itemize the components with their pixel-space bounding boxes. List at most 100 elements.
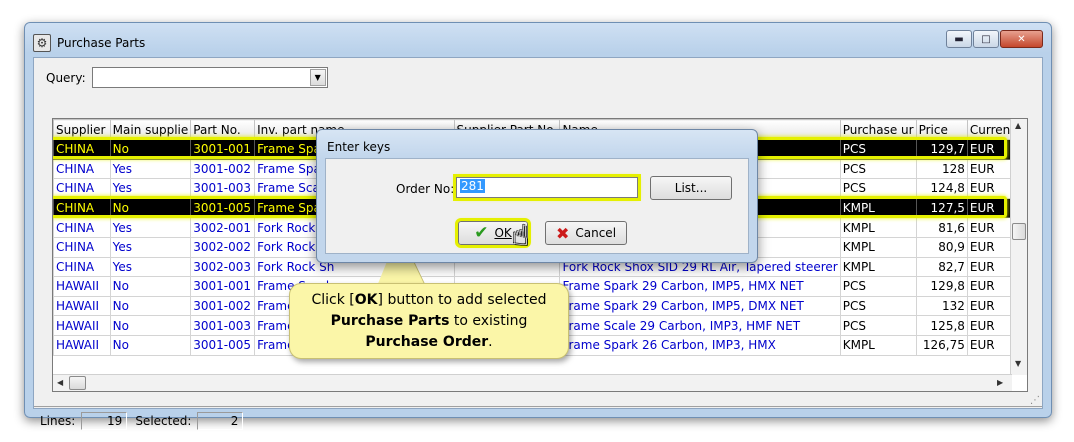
cell-part-no: 3001-003 bbox=[190, 178, 256, 199]
cell-main-supplier: Yes bbox=[109, 217, 192, 238]
cell-main-supplier: Yes bbox=[109, 256, 192, 278]
cell-purchase-unit: KMPL bbox=[839, 236, 917, 258]
cell-part-no: 3002-002 bbox=[190, 236, 256, 258]
vertical-scrollbar[interactable]: ▲ ▼ bbox=[1010, 119, 1027, 375]
cell-supplier: CHINA bbox=[53, 197, 111, 219]
callout-purchase-order-emphasis: Purchase Order bbox=[365, 334, 489, 350]
status-bar: Lines: 19 Selected: 2 bbox=[40, 412, 251, 430]
column-header-purchase-unit[interactable]: Purchase ur bbox=[839, 119, 917, 140]
column-header-main-supplier[interactable]: Main supplie bbox=[109, 119, 192, 140]
cell-purchase-unit: PCS bbox=[839, 178, 917, 199]
callout-text: to existing bbox=[449, 313, 528, 329]
hand-cursor-icon: ☝ bbox=[512, 219, 530, 252]
cell-main-supplier: Yes bbox=[109, 178, 192, 199]
close-icon[interactable]: ✕ bbox=[1000, 30, 1043, 48]
order-no-value: 281 bbox=[460, 179, 485, 193]
cell-main-supplier: No bbox=[109, 334, 192, 356]
cell-supplier: HAWAII bbox=[53, 334, 111, 356]
callout-ok-emphasis: OK bbox=[354, 292, 378, 308]
cell-purchase-unit: PCS bbox=[839, 158, 917, 180]
order-no-label: Order No: bbox=[396, 182, 455, 196]
cell-main-supplier: No bbox=[109, 197, 192, 219]
status-separator bbox=[34, 406, 1042, 407]
column-header-supplier[interactable]: Supplier bbox=[53, 119, 111, 140]
cell-price: 80,9 bbox=[915, 236, 968, 258]
column-header-price[interactable]: Price bbox=[915, 119, 968, 140]
window-title: Purchase Parts bbox=[57, 36, 146, 50]
horizontal-scroll-thumb[interactable] bbox=[69, 376, 86, 390]
callout-line-3: Purchase Order. bbox=[290, 332, 568, 353]
ok-button-label: OK bbox=[494, 226, 512, 240]
cell-supplier: HAWAII bbox=[53, 276, 111, 297]
dialog-client: Order No: 281 List... ✔ OK ✖ Cancel bbox=[325, 158, 749, 254]
order-no-input[interactable]: 281 bbox=[453, 174, 641, 201]
horizontal-scrollbar[interactable]: ◀ ▶ bbox=[53, 374, 1012, 391]
cell-main-supplier: No bbox=[109, 276, 192, 297]
cell-part-no: 3001-005 bbox=[190, 197, 256, 219]
query-combobox[interactable]: ▼ bbox=[91, 67, 328, 88]
cell-price: 132 bbox=[915, 295, 968, 317]
dialog-title: Enter keys bbox=[327, 140, 391, 154]
cell-name: Frame Spark 29 Carbon, IMP5, HMX NET bbox=[559, 276, 841, 297]
cancel-x-icon: ✖ bbox=[555, 223, 570, 243]
cell-name: Frame Scale 29 Carbon, IMP3, HMF NET bbox=[559, 315, 841, 336]
cell-part-no: 3001-001 bbox=[190, 139, 256, 160]
cell-purchase-unit: KMPL bbox=[839, 197, 917, 219]
scroll-left-icon[interactable]: ◀ bbox=[57, 378, 63, 387]
lines-count: 19 bbox=[81, 412, 128, 430]
callout-text: . bbox=[488, 334, 493, 350]
callout-text: Click [ bbox=[311, 292, 355, 308]
scroll-down-icon[interactable]: ▼ bbox=[1015, 359, 1021, 368]
cell-part-no: 3002-003 bbox=[190, 256, 256, 278]
cell-main-supplier: No bbox=[109, 139, 192, 160]
enter-keys-dialog: Enter keys Order No: 281 List... ✔ OK ✖ … bbox=[316, 129, 758, 263]
cell-price: 82,7 bbox=[915, 256, 968, 278]
cell-price: 124,8 bbox=[915, 178, 968, 199]
query-label: Query: bbox=[46, 70, 86, 85]
selected-count: 2 bbox=[197, 412, 244, 430]
column-header-part-no[interactable]: Part No. bbox=[190, 119, 256, 140]
vertical-scroll-thumb[interactable] bbox=[1012, 223, 1026, 240]
scroll-up-icon[interactable]: ▲ bbox=[1015, 121, 1021, 130]
list-button-label: List... bbox=[674, 181, 708, 195]
cell-main-supplier: No bbox=[109, 295, 192, 317]
cell-main-supplier: No bbox=[109, 315, 192, 336]
lines-label: Lines: bbox=[40, 414, 76, 428]
cell-part-no: 3002-001 bbox=[190, 217, 256, 238]
check-icon: ✔ bbox=[474, 223, 489, 243]
callout-line-1: Click [OK] button to add selected bbox=[290, 290, 568, 311]
scroll-right-icon[interactable]: ▶ bbox=[997, 378, 1003, 387]
cell-part-no: 3001-003 bbox=[190, 315, 256, 336]
cell-price: 128 bbox=[915, 158, 968, 180]
cancel-button[interactable]: ✖ Cancel bbox=[545, 221, 627, 245]
cell-supplier: HAWAII bbox=[53, 295, 111, 317]
callout-line-2: Purchase Parts to existing bbox=[290, 311, 568, 332]
cell-price: 127,5 bbox=[915, 197, 968, 219]
tooltip-callout: Click [OK] button to add selected Purcha… bbox=[289, 283, 569, 359]
cell-supplier: CHINA bbox=[53, 236, 111, 258]
cell-name: Frame Spark 29 Carbon, IMP5, DMX NET bbox=[559, 295, 841, 317]
resize-grip-icon[interactable]: ⋰ bbox=[1030, 395, 1040, 406]
cell-supplier: CHINA bbox=[53, 217, 111, 238]
list-button[interactable]: List... bbox=[650, 176, 732, 200]
cell-price: 129,7 bbox=[915, 139, 968, 160]
cell-part-no: 3001-001 bbox=[190, 276, 256, 297]
cell-part-no: 3001-002 bbox=[190, 158, 256, 180]
minimize-icon[interactable]: ▬ bbox=[946, 30, 972, 48]
callout-text: ] button to add selected bbox=[377, 292, 547, 308]
window-controls: ▬ □ ✕ bbox=[946, 30, 1043, 48]
dropdown-arrow-icon[interactable]: ▼ bbox=[309, 69, 326, 86]
cell-name: Frame Spark 26 Carbon, IMP3, HMX bbox=[559, 334, 841, 356]
selected-label: Selected: bbox=[135, 414, 192, 428]
cell-purchase-unit: PCS bbox=[839, 295, 917, 317]
cell-purchase-unit: PCS bbox=[839, 315, 917, 336]
cell-purchase-unit: PCS bbox=[839, 276, 917, 297]
cell-price: 125,8 bbox=[915, 315, 968, 336]
cell-supplier: CHINA bbox=[53, 178, 111, 199]
callout-purchase-parts-emphasis: Purchase Parts bbox=[330, 313, 450, 329]
maximize-icon[interactable]: □ bbox=[973, 30, 999, 48]
cell-price: 81,6 bbox=[915, 217, 968, 238]
cell-part-no: 3001-002 bbox=[190, 295, 256, 317]
cell-supplier: CHINA bbox=[53, 139, 111, 160]
cell-price: 129,8 bbox=[915, 276, 968, 297]
